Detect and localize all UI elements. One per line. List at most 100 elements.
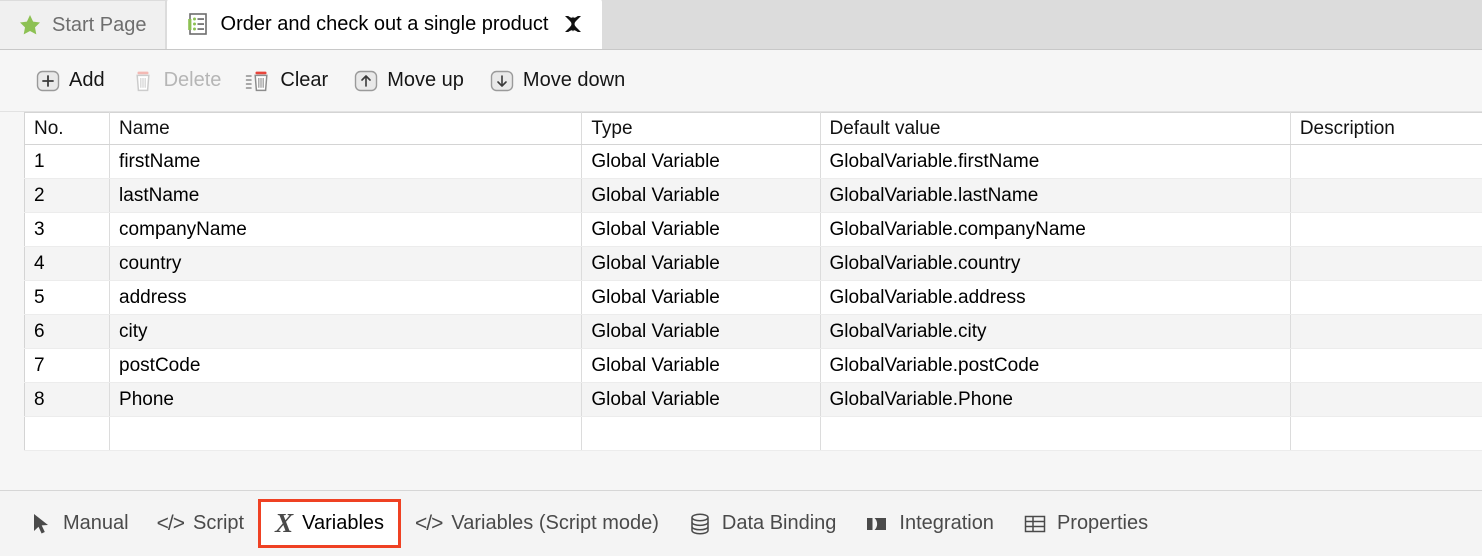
code-brackets-icon: </> <box>415 511 443 535</box>
cell-no[interactable]: 1 <box>24 144 111 179</box>
tab-variables-script-mode-label: Variables (Script mode) <box>451 512 659 534</box>
arrow-down-box-icon <box>488 67 516 95</box>
cell-name[interactable]: postCode <box>109 348 583 383</box>
star-icon <box>18 13 42 37</box>
cell-default-value[interactable]: GlobalVariable.firstName <box>820 144 1291 179</box>
cell-type[interactable]: Global Variable <box>581 144 821 179</box>
cell-default-value[interactable]: GlobalVariable.Phone <box>820 382 1291 417</box>
table-row[interactable]: 6 city Global Variable GlobalVariable.city <box>24 314 1482 349</box>
cell-no[interactable]: 8 <box>24 382 111 417</box>
tab-properties[interactable]: Properties <box>1008 500 1162 548</box>
table-row-empty[interactable] <box>24 416 1482 451</box>
tab-start-page-label: Start Page <box>52 13 147 36</box>
cell-name[interactable]: country <box>109 246 583 281</box>
cell-empty[interactable] <box>1290 416 1482 451</box>
cell-default-value[interactable]: GlobalVariable.lastName <box>820 178 1291 213</box>
variable-x-icon: X <box>275 508 294 538</box>
test-case-icon <box>185 11 211 37</box>
cell-type[interactable]: Global Variable <box>581 246 821 281</box>
cell-no[interactable]: 5 <box>24 280 111 315</box>
cell-name[interactable]: companyName <box>109 212 583 247</box>
cell-empty[interactable] <box>820 416 1291 451</box>
cell-no[interactable]: 7 <box>24 348 111 383</box>
cell-name[interactable]: city <box>109 314 583 349</box>
cell-no[interactable]: 6 <box>24 314 111 349</box>
cell-type[interactable]: Global Variable <box>581 314 821 349</box>
editor-mode-tab-bar: Manual </> Script X Variables </> Variab… <box>0 490 1482 556</box>
close-icon[interactable] <box>562 13 584 35</box>
cell-type[interactable]: Global Variable <box>581 280 821 315</box>
tab-variables-script-mode[interactable]: </> Variables (Script mode) <box>401 501 673 547</box>
cell-description[interactable] <box>1290 212 1482 247</box>
cell-empty[interactable] <box>109 416 583 451</box>
clear-all-icon <box>245 67 273 95</box>
tab-data-binding[interactable]: Data Binding <box>673 500 851 548</box>
variables-table-container: No. Name Type Default value Description … <box>0 112 1482 490</box>
cell-default-value[interactable]: GlobalVariable.companyName <box>820 212 1291 247</box>
cell-description[interactable] <box>1290 246 1482 281</box>
delete-button[interactable]: Delete <box>129 67 222 95</box>
tab-order-and-check-out[interactable]: Order and check out a single product <box>166 0 603 49</box>
cell-default-value[interactable]: GlobalVariable.postCode <box>820 348 1291 383</box>
tab-data-binding-label: Data Binding <box>721 512 837 534</box>
cell-type[interactable]: Global Variable <box>581 382 821 417</box>
cell-name[interactable]: Phone <box>109 382 583 417</box>
database-icon <box>687 511 713 537</box>
plus-box-icon <box>34 67 62 95</box>
cell-default-value[interactable]: GlobalVariable.city <box>820 314 1291 349</box>
tab-script[interactable]: </> Script <box>143 501 259 547</box>
cell-no[interactable]: 4 <box>24 246 111 281</box>
cell-description[interactable] <box>1290 382 1482 417</box>
column-header-no[interactable]: No. <box>24 112 111 145</box>
cell-description[interactable] <box>1290 348 1482 383</box>
cell-description[interactable] <box>1290 280 1482 315</box>
cell-type[interactable]: Global Variable <box>581 178 821 213</box>
cell-name[interactable]: address <box>109 280 583 315</box>
cell-description[interactable] <box>1290 178 1482 213</box>
delete-button-label: Delete <box>163 69 222 91</box>
cell-no[interactable]: 3 <box>24 212 111 247</box>
column-header-default[interactable]: Default value <box>820 112 1291 145</box>
cell-type[interactable]: Global Variable <box>581 348 821 383</box>
arrow-up-box-icon <box>352 67 380 95</box>
table-row[interactable]: 8 Phone Global Variable GlobalVariable.Phon… <box>24 382 1482 417</box>
cell-description[interactable] <box>1290 144 1482 179</box>
integration-icon <box>864 511 890 537</box>
tab-integration[interactable]: Integration <box>850 500 1008 548</box>
tab-manual-label: Manual <box>63 512 129 534</box>
cell-name[interactable]: lastName <box>109 178 583 213</box>
clear-button[interactable]: Clear <box>245 67 328 95</box>
table-header-row: No. Name Type Default value Description <box>24 112 1482 145</box>
cell-default-value[interactable]: GlobalVariable.country <box>820 246 1291 281</box>
cell-type[interactable]: Global Variable <box>581 212 821 247</box>
variables-toolbar: Add Delete Clear Move up Move down <box>0 50 1482 112</box>
tab-variables[interactable]: X Variables <box>258 499 402 548</box>
table-row[interactable]: 3 companyName Global Variable GlobalVariabl… <box>24 212 1482 247</box>
cell-empty[interactable] <box>24 416 111 451</box>
column-header-name[interactable]: Name <box>109 112 583 145</box>
tab-manual[interactable]: Manual <box>14 500 143 548</box>
table-row[interactable]: 7 postCode Global Variable GlobalVariable.p… <box>24 348 1482 383</box>
column-header-type[interactable]: Type <box>581 112 821 145</box>
add-button-label: Add <box>69 69 105 91</box>
table-row[interactable]: 5 address Global Variable GlobalVariable.ad… <box>24 280 1482 315</box>
table-row[interactable]: 4 country Global Variable GlobalVariable.co… <box>24 246 1482 281</box>
tab-script-label: Script <box>192 512 245 534</box>
tab-variables-label: Variables <box>302 512 385 534</box>
variables-table: No. Name Type Default value Description … <box>24 112 1482 451</box>
add-button[interactable]: Add <box>34 67 105 95</box>
cell-description[interactable] <box>1290 314 1482 349</box>
cell-name[interactable]: firstName <box>109 144 583 179</box>
table-row[interactable]: 1 firstName Global Variable GlobalVariable.… <box>24 144 1482 179</box>
cell-default-value[interactable]: GlobalVariable.address <box>820 280 1291 315</box>
trash-icon <box>129 67 157 95</box>
cell-no[interactable]: 2 <box>24 178 111 213</box>
table-row[interactable]: 2 lastName Global Variable GlobalVariable.l… <box>24 178 1482 213</box>
move-down-button[interactable]: Move down <box>488 67 625 95</box>
column-header-description[interactable]: Description <box>1290 112 1482 145</box>
move-up-button[interactable]: Move up <box>352 67 464 95</box>
move-up-button-label: Move up <box>387 69 464 91</box>
cursor-arrow-icon <box>28 511 54 537</box>
cell-empty[interactable] <box>581 416 821 451</box>
tab-start-page[interactable]: Start Page <box>0 1 165 49</box>
